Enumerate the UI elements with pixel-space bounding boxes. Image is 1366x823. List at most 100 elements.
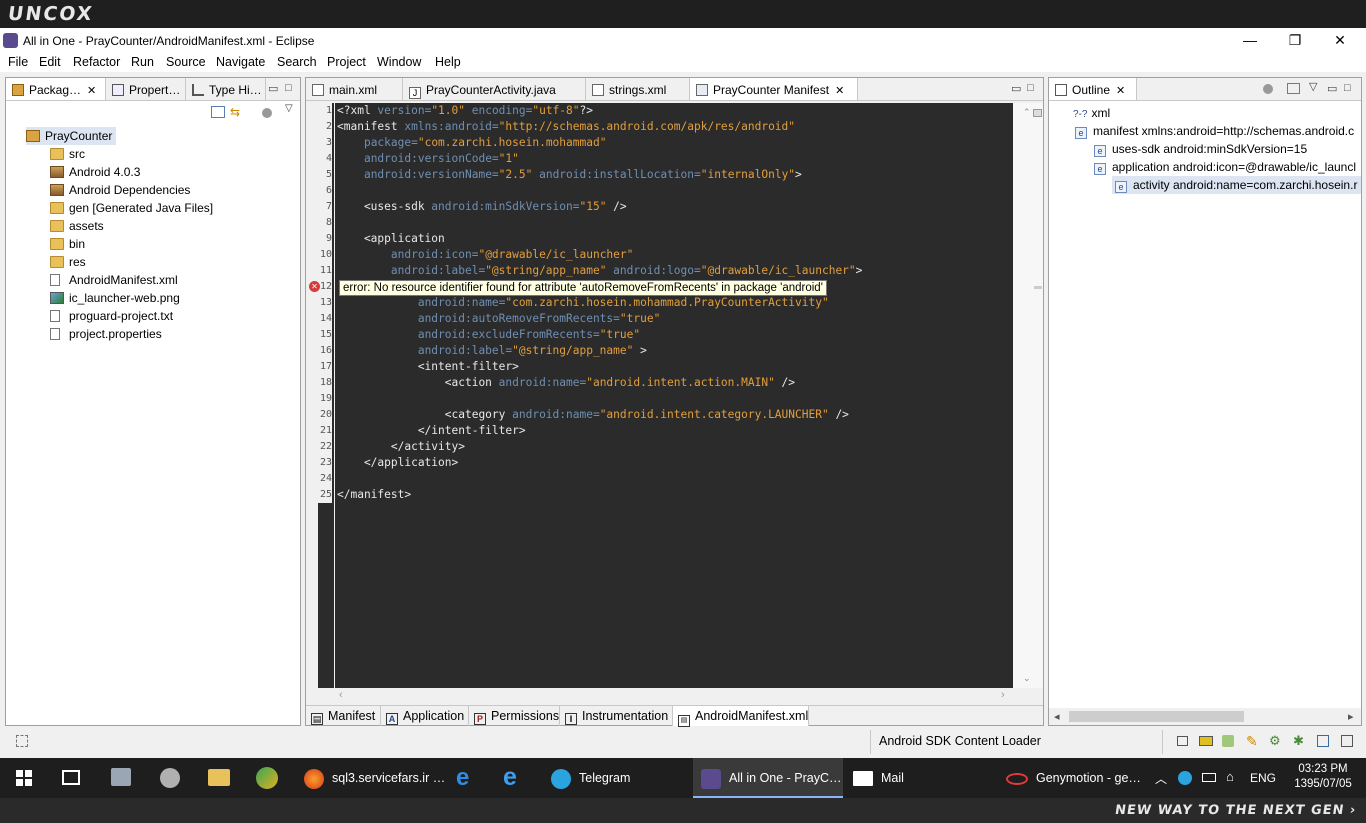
menu-search[interactable]: Search	[277, 55, 317, 69]
language-indicator[interactable]: ENG	[1250, 770, 1276, 786]
outline-item-xml[interactable]: ?-? xml	[1073, 104, 1110, 122]
internet-explorer-icon[interactable]: e	[503, 765, 517, 790]
show-hidden-icons-icon[interactable]: ︿	[1155, 770, 1167, 787]
menu-window[interactable]: Window	[377, 55, 421, 69]
tab-properties[interactable]: Propert…	[106, 78, 186, 100]
scroll-left-icon[interactable]: ◂	[1054, 710, 1060, 723]
tree-item-gen[interactable]: gen [Generated Java Files]	[50, 199, 213, 217]
view-menu-icon[interactable]	[262, 108, 272, 118]
maximize-view-icon[interactable]: □	[1027, 82, 1034, 94]
tree-item-proguard[interactable]: proguard-project.txt	[50, 307, 173, 325]
tree-item-android-4[interactable]: Android 4.0.3	[50, 163, 140, 181]
page-tab-android-manifest-xml[interactable]: ▤ AndroidManifest.xml	[673, 706, 809, 727]
outline-horizontal-scrollbar[interactable]: ◂ ▸	[1049, 708, 1361, 725]
sort-icon[interactable]	[1263, 84, 1273, 94]
disc-icon[interactable]	[160, 768, 180, 788]
tab-praycounter-manifest[interactable]: PrayCounter Manifest ✕	[690, 78, 858, 100]
page-tab-instrumentation[interactable]: I Instrumentation	[560, 706, 673, 726]
file-explorer-icon[interactable]	[208, 769, 230, 786]
tree-root-praycounter[interactable]: PrayCounter	[26, 127, 117, 145]
tree-item-res[interactable]: res	[50, 253, 86, 271]
scroll-down-icon[interactable]: ⌄	[1023, 673, 1031, 684]
close-tab-icon[interactable]: ✕	[1116, 85, 1125, 97]
taskbar-item-firefox[interactable]: sql3.servicefars.ir …	[296, 758, 445, 798]
menu-run[interactable]: Run	[131, 55, 154, 69]
tree-item-project-properties[interactable]: project.properties	[50, 325, 162, 343]
battery-icon[interactable]	[1202, 773, 1216, 782]
minimize-button[interactable]: —	[1230, 30, 1270, 50]
minimize-view-icon[interactable]: ▭	[1327, 82, 1337, 95]
maximize-button[interactable]: ❐	[1275, 30, 1315, 50]
view-menu-chevron-icon[interactable]: ▽	[285, 103, 293, 114]
tab-praycounteractivity-java[interactable]: J PrayCounterActivity.java	[403, 78, 586, 100]
taskbar-item-telegram[interactable]: Telegram	[543, 758, 683, 798]
minimize-view-icon[interactable]: ▭	[268, 82, 278, 95]
menu-file[interactable]: File	[8, 55, 28, 69]
menu-project[interactable]: Project	[327, 55, 366, 69]
tree-item-src[interactable]: src	[50, 145, 85, 163]
menu-source[interactable]: Source	[166, 55, 206, 69]
tab-type-hierarchy[interactable]: Type Hi…	[186, 78, 266, 100]
tree-item-android-dependencies[interactable]: Android Dependencies	[50, 181, 190, 199]
tab-strings-xml[interactable]: strings.xml	[586, 78, 690, 100]
toolbar-icon-1[interactable]	[1177, 736, 1188, 746]
menu-navigate[interactable]: Navigate	[216, 55, 265, 69]
task-view-icon[interactable]	[62, 770, 80, 785]
tree-item-android-manifest[interactable]: AndroidManifest.xml	[50, 271, 178, 289]
outline-item-activity[interactable]: e activity android:name=com.zarchi.hosein…	[1112, 176, 1361, 194]
link-with-editor-icon[interactable]: ⇆	[230, 106, 244, 118]
clock[interactable]: 03:23 PM 1395/07/05	[1292, 762, 1354, 792]
outline-item-application[interactable]: e application android:icon=@drawable/ic_l…	[1094, 158, 1356, 176]
taskbar-item-genymotion[interactable]: Genymotion - ge…	[998, 758, 1141, 798]
code-editor[interactable]: <?xml version="1.0" encoding="utf-8"?> <m…	[335, 103, 1013, 688]
edge-icon[interactable]: e	[456, 766, 469, 790]
tab-outline[interactable]: Outline ✕	[1049, 78, 1137, 100]
tasks-icon[interactable]	[1317, 735, 1329, 747]
code-line: android:label="@string/app_name" android…	[337, 263, 863, 279]
hierarchy-viewer-icon[interactable]: ⚙	[1269, 733, 1281, 749]
console-icon[interactable]	[1341, 735, 1353, 747]
network-icon[interactable]: ⌂	[1226, 769, 1234, 784]
close-tab-icon[interactable]: ✕	[835, 85, 844, 97]
ddms-icon[interactable]: ✱	[1293, 733, 1304, 749]
taskbar-item-mail[interactable]: Mail	[845, 758, 985, 798]
tree-item-bin[interactable]: bin	[50, 235, 85, 253]
menu-help[interactable]: Help	[435, 55, 461, 69]
scroll-thumb[interactable]	[1069, 711, 1244, 722]
sdk-manager-icon[interactable]	[1199, 736, 1213, 746]
menu-edit[interactable]: Edit	[39, 55, 61, 69]
collapse-all-icon[interactable]	[211, 106, 225, 118]
tab-package-explorer[interactable]: Packag… ✕	[6, 78, 106, 100]
close-tab-icon[interactable]: ✕	[87, 85, 96, 97]
telegram-tray-icon[interactable]	[1178, 771, 1192, 785]
maximize-view-icon[interactable]: □	[285, 82, 292, 94]
scroll-left-icon[interactable]: ‹	[339, 689, 343, 701]
tree-item-ic-launcher[interactable]: ic_launcher-web.png	[50, 289, 180, 307]
scroll-right-icon[interactable]: ▸	[1348, 710, 1354, 723]
collapse-all-icon[interactable]	[1287, 83, 1300, 94]
scroll-right-icon[interactable]: ›	[1001, 689, 1005, 701]
error-marker-icon[interactable]: ✕	[309, 281, 320, 292]
start-button[interactable]	[16, 770, 32, 786]
horizontal-scrollbar[interactable]: ‹ ›	[335, 688, 1013, 704]
tree-item-assets[interactable]: assets	[50, 217, 104, 235]
page-tab-application[interactable]: A Application	[381, 706, 469, 726]
computer-icon[interactable]	[111, 768, 131, 786]
menu-refactor[interactable]: Refactor	[73, 55, 120, 69]
tab-main-xml[interactable]: main.xml	[306, 78, 403, 100]
outline-item-uses-sdk[interactable]: e uses-sdk android:minSdkVersion=15	[1094, 140, 1307, 158]
outline-item-manifest[interactable]: e manifest xmlns:android=http://schemas.a…	[1075, 122, 1354, 140]
vertical-scrollbar[interactable]: ⌃ ⌄	[1013, 103, 1043, 688]
view-menu-chevron-icon[interactable]: ▽	[1309, 80, 1317, 93]
download-manager-icon[interactable]	[256, 767, 278, 789]
fast-view-icon[interactable]	[16, 735, 28, 747]
maximize-view-icon[interactable]: □	[1344, 82, 1351, 94]
close-button[interactable]: ✕	[1320, 30, 1360, 50]
page-tab-permissions[interactable]: P Permissions	[469, 706, 560, 726]
page-tab-manifest[interactable]: ▤ Manifest	[306, 706, 381, 726]
scroll-up-icon[interactable]: ⌃	[1023, 107, 1031, 118]
taskbar-item-eclipse[interactable]: All in One - PrayC…	[693, 758, 843, 798]
lint-icon[interactable]: ✎	[1246, 733, 1258, 750]
minimize-view-icon[interactable]: ▭	[1011, 82, 1021, 95]
avd-manager-icon[interactable]	[1222, 735, 1234, 747]
